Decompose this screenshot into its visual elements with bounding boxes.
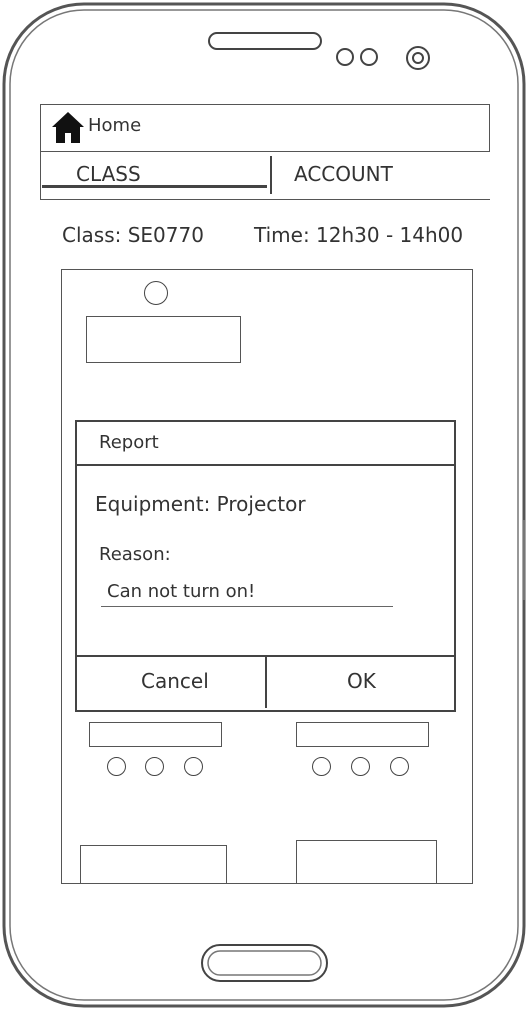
home-icon[interactable] (50, 109, 86, 145)
button-placeholder[interactable] (80, 845, 227, 884)
camera-icon (406, 46, 430, 70)
field-placeholder[interactable] (296, 722, 429, 747)
speaker-slot (208, 32, 322, 50)
tab-active-indicator (42, 185, 267, 188)
pager-dot[interactable] (145, 757, 164, 776)
pager-dot[interactable] (390, 757, 409, 776)
ok-button[interactable]: OK (267, 657, 454, 707)
button-placeholder[interactable] (296, 840, 437, 884)
equipment-text: Equipment: Projector (95, 492, 306, 516)
report-dialog: Report Equipment: Projector Reason: Can … (75, 420, 456, 712)
reason-label: Reason: (99, 544, 171, 565)
tab-class-label: CLASS (76, 162, 141, 186)
radio-placeholder[interactable] (144, 281, 168, 305)
reason-input[interactable]: Can not turn on! (101, 577, 393, 607)
reason-value: Can not turn on! (107, 581, 256, 602)
field-placeholder[interactable] (86, 316, 241, 363)
pager-dot[interactable] (312, 757, 331, 776)
header-title: Home (88, 115, 142, 136)
ok-label: OK (347, 669, 376, 693)
time-label: Time: 12h30 - 14h00 (254, 223, 464, 247)
pager-dot[interactable] (107, 757, 126, 776)
sensor-dot (360, 48, 378, 66)
pager-dot[interactable] (351, 757, 370, 776)
cancel-button[interactable]: Cancel (77, 657, 265, 707)
pager-dot[interactable] (184, 757, 203, 776)
sensor-dot (336, 48, 354, 66)
tab-account[interactable]: ACCOUNT (272, 152, 490, 198)
dialog-title: Report (99, 432, 159, 453)
class-label: Class: SE0770 (62, 223, 204, 247)
field-placeholder[interactable] (89, 722, 222, 747)
tab-account-label: ACCOUNT (294, 162, 393, 186)
tab-class[interactable]: CLASS (40, 152, 270, 198)
cancel-label: Cancel (141, 669, 209, 693)
